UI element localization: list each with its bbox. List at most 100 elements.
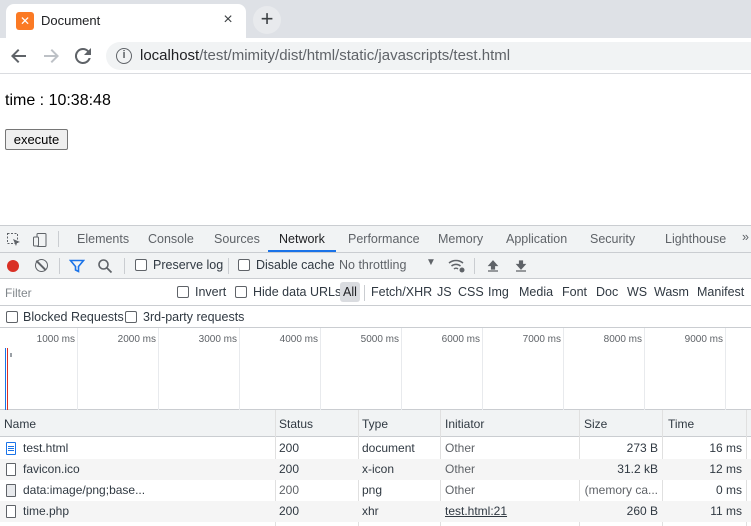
tab-elements[interactable]: Elements [77, 232, 129, 246]
tick-label: 4000 ms [279, 334, 318, 345]
network-conditions-icon[interactable] [448, 258, 465, 274]
device-toolbar-icon[interactable] [32, 232, 48, 248]
file-icon [6, 463, 16, 476]
request-size: 31.2 kB [617, 462, 658, 476]
blocked-requests-checkbox[interactable] [6, 311, 18, 323]
table-row[interactable]: data:image/png;base... 200 png Other (me… [0, 480, 751, 501]
tick-label: 2000 ms [117, 334, 156, 345]
active-tab-indicator [268, 250, 336, 252]
throttling-select[interactable]: No throttling [339, 258, 406, 272]
tick-line [401, 328, 402, 410]
url-text[interactable]: localhost/test/mimity/dist/html/static/j… [140, 47, 510, 64]
tab-close-icon[interactable]: × [218, 10, 238, 30]
invert-checkbox[interactable] [177, 286, 189, 298]
more-tabs-icon[interactable]: » [742, 230, 749, 244]
type-filter-font[interactable]: Font [562, 285, 587, 299]
load-event-line [7, 348, 8, 410]
dropdown-arrow-icon[interactable]: ▼ [426, 257, 436, 268]
request-time: 11 ms [710, 504, 742, 518]
reload-icon[interactable] [71, 44, 95, 68]
separator [124, 258, 125, 274]
type-filter-manifest[interactable]: Manifest [697, 285, 744, 299]
filter-input[interactable]: Filter [2, 283, 164, 303]
hide-data-urls-label: Hide data URLs [253, 285, 342, 299]
type-filter-wasm[interactable]: Wasm [654, 285, 689, 299]
type-filter-js[interactable]: JS [437, 285, 452, 299]
forward-arrow-icon[interactable] [39, 44, 63, 68]
search-icon[interactable] [97, 258, 113, 274]
tick-label: 1000 ms [36, 334, 75, 345]
separator [59, 258, 60, 274]
image-icon [6, 484, 16, 497]
timeline-overview[interactable]: 1000 ms 2000 ms 3000 ms 4000 ms 5000 ms … [0, 328, 751, 410]
type-filter-media[interactable]: Media [519, 285, 553, 299]
tab-console[interactable]: Console [148, 232, 194, 246]
tab-network[interactable]: Network [279, 232, 325, 246]
invert-label: Invert [195, 285, 227, 299]
third-party-label: 3rd-party requests [143, 310, 245, 324]
tab-sources[interactable]: Sources [214, 232, 260, 246]
address-bar[interactable]: i localhost/test/mimity/dist/html/static… [106, 42, 751, 70]
dom-content-loaded-line [5, 348, 6, 410]
tab-lighthouse[interactable]: Lighthouse [665, 232, 726, 246]
type-filter-css[interactable]: CSS [458, 285, 484, 299]
request-size: 273 B [626, 441, 658, 455]
type-filter-img[interactable]: Img [488, 285, 509, 299]
request-initiator: Other [445, 483, 476, 497]
tab-performance[interactable]: Performance [348, 232, 420, 246]
type-filter-all[interactable]: All [340, 282, 360, 302]
tab-application[interactable]: Application [506, 232, 567, 246]
request-type: x-icon [362, 462, 395, 476]
column-initiator[interactable]: Initiator [445, 417, 484, 431]
column-name[interactable]: Name [4, 417, 36, 431]
site-info-icon[interactable]: i [116, 48, 132, 64]
request-status: 200 [279, 504, 300, 518]
preserve-log-checkbox[interactable] [135, 259, 147, 271]
separator [474, 258, 475, 274]
request-name: favicon.ico [23, 462, 80, 476]
request-type: png [362, 483, 383, 497]
type-filter-ws[interactable]: WS [627, 285, 647, 299]
request-bar [10, 353, 12, 357]
new-tab-button[interactable]: + [253, 6, 281, 34]
tab-security[interactable]: Security [590, 232, 635, 246]
inspect-element-icon[interactable] [6, 232, 22, 248]
tick-label: 9000 ms [684, 334, 723, 345]
table-row[interactable]: time.php 200 xhr test.html:21 260 B 11 m… [0, 501, 751, 522]
network-toolbar: Preserve log Disable cache No throttling… [0, 253, 751, 279]
type-filter-fetch-xhr[interactable]: Fetch/XHR [371, 285, 432, 299]
request-time: 16 ms [709, 441, 742, 455]
tick-line [239, 328, 240, 410]
disable-cache-checkbox[interactable] [238, 259, 250, 271]
tab-memory[interactable]: Memory [438, 232, 483, 246]
request-status: 200 [279, 483, 300, 497]
filter-funnel-icon[interactable] [68, 258, 86, 274]
request-size: 260 B [626, 504, 658, 518]
time-display: time : 10:38:48 [5, 92, 111, 109]
clear-icon[interactable] [35, 259, 48, 272]
hide-data-urls-checkbox[interactable] [235, 286, 247, 298]
disable-cache-label: Disable cache [256, 258, 335, 272]
request-status: 200 [279, 441, 300, 455]
column-status[interactable]: Status [279, 417, 313, 431]
request-status: 200 [279, 462, 300, 476]
tab-strip: ✕ Document × + [0, 0, 751, 38]
separator [364, 285, 365, 301]
table-row[interactable]: test.html 200 document Other 273 B 16 ms [0, 438, 751, 459]
tick-line [644, 328, 645, 410]
initiator-link[interactable]: test.html:21 [445, 504, 507, 518]
tick-line [563, 328, 564, 410]
third-party-checkbox[interactable] [125, 311, 137, 323]
export-har-icon[interactable] [513, 258, 529, 274]
type-filter-doc[interactable]: Doc [596, 285, 618, 299]
column-time[interactable]: Time [668, 417, 694, 431]
browser-tab[interactable]: ✕ Document × [6, 4, 246, 38]
import-har-icon[interactable] [485, 258, 501, 274]
column-type[interactable]: Type [362, 417, 388, 431]
record-icon[interactable] [7, 260, 19, 272]
back-arrow-icon[interactable] [7, 44, 31, 68]
column-size[interactable]: Size [584, 417, 607, 431]
table-row[interactable]: favicon.ico 200 x-icon Other 31.2 kB 12 … [0, 459, 751, 480]
tick-label: 3000 ms [198, 334, 237, 345]
execute-button[interactable]: execute [5, 129, 68, 150]
